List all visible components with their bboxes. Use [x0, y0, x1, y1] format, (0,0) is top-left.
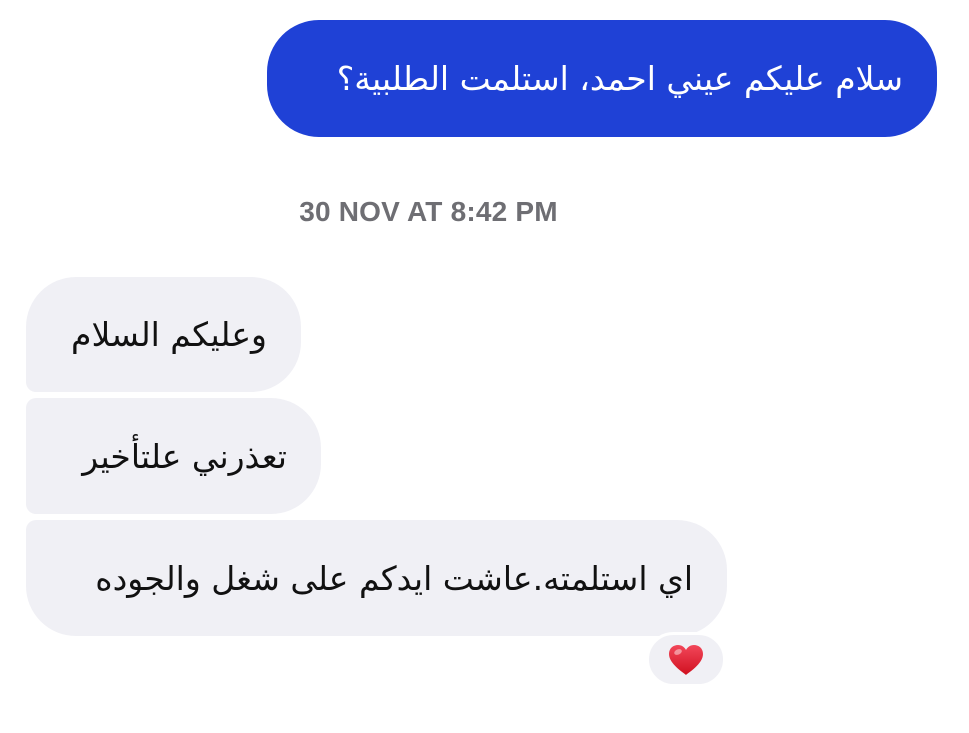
red-heart-icon — [669, 644, 703, 675]
incoming-message-text: تعذرني علتأخير — [82, 436, 287, 476]
outgoing-message-bubble[interactable]: سلام عليكم عيني احمد، استلمت الطلبية؟ — [267, 20, 937, 137]
incoming-message-bubble[interactable]: وعليكم السلام — [26, 277, 301, 392]
message-timestamp: 30 NOV AT 8:42 PM — [299, 196, 558, 227]
incoming-message-text: اي استلمته.عاشت ايدكم على شغل والجوده — [95, 558, 693, 598]
incoming-message-text: وعليكم السلام — [71, 315, 267, 354]
incoming-message-bubble[interactable]: تعذرني علتأخير — [26, 398, 321, 514]
message-reaction[interactable] — [646, 632, 726, 687]
outgoing-message-text: سلام عليكم عيني احمد، استلمت الطلبية؟ — [336, 59, 903, 98]
chat-thread: سلام عليكم عيني احمد، استلمت الطلبية؟ 30… — [0, 0, 969, 733]
incoming-message-bubble[interactable]: اي استلمته.عاشت ايدكم على شغل والجوده — [26, 520, 727, 636]
